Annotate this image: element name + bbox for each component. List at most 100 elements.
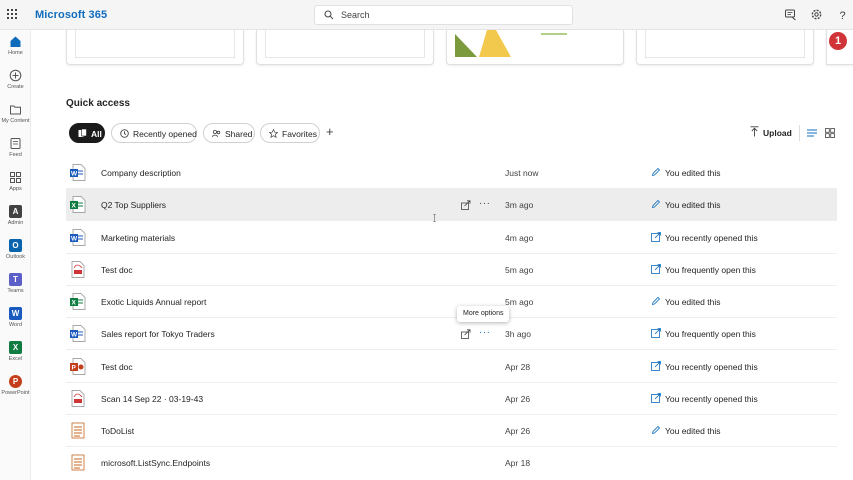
file-row[interactable]: W Marketing materials 4m ago You recentl… — [66, 222, 837, 254]
admin-icon: A — [9, 205, 22, 218]
rail-item-teams[interactable]: T Teams — [0, 273, 31, 294]
filter-shared[interactable]: Shared — [203, 123, 255, 143]
rail-item-word[interactable]: W Word — [0, 307, 31, 328]
rail-label: Word — [8, 322, 23, 328]
rail-item-apps[interactable]: Apps — [0, 171, 31, 192]
file-activity: You edited this — [665, 297, 721, 307]
file-activity: You edited this — [665, 168, 721, 178]
file-date: 3h ago — [505, 329, 531, 339]
teams-icon: T — [9, 273, 22, 286]
file-activity: You frequently open this — [665, 265, 756, 275]
rail-item-my-content[interactable]: My Content — [0, 103, 31, 124]
file-row[interactable]: X Q2 Top Suppliers ··· 3m ago You edited… — [66, 189, 837, 221]
file-name[interactable]: ToDoList — [101, 426, 134, 436]
people-icon — [212, 129, 221, 138]
outlook-icon: O — [9, 239, 22, 252]
svg-text:?: ? — [840, 10, 846, 21]
quick-access-heading: Quick access — [66, 98, 130, 109]
file-date: 5m ago — [505, 297, 534, 307]
open-in-icon — [651, 393, 661, 403]
file-row[interactable]: W Sales report for Tokyo Traders ··· 3h … — [66, 318, 837, 350]
rail-item-admin[interactable]: A Admin — [0, 205, 31, 226]
rail-label: Apps — [9, 186, 22, 192]
word-file-icon: W — [70, 325, 86, 342]
file-name[interactable]: Company description — [101, 168, 181, 178]
more-options-button[interactable]: ··· — [479, 327, 491, 338]
list-file-icon — [71, 454, 85, 471]
document-thumbnail — [455, 30, 567, 57]
search-box[interactable]: Search — [314, 5, 573, 25]
file-row[interactable]: ToDoList Apr 26 You edited this — [66, 415, 837, 447]
file-row[interactable]: W Company description Just now You edite… — [66, 157, 837, 189]
rail-item-create[interactable]: Create — [0, 69, 31, 90]
list-view-icon[interactable] — [807, 128, 817, 138]
svg-text:X: X — [72, 203, 77, 210]
text-cursor-icon — [433, 214, 436, 222]
open-in-icon — [651, 328, 661, 338]
file-name[interactable]: Marketing materials — [101, 233, 175, 243]
file-name[interactable]: microsoft.ListSync.Endpoints — [101, 458, 210, 468]
file-activity: You recently opened this — [665, 233, 758, 243]
file-name[interactable]: Sales report for Tokyo Traders — [101, 329, 215, 339]
waffle-icon[interactable] — [7, 9, 17, 19]
pdf-file-icon — [71, 390, 85, 407]
file-name[interactable]: Exotic Liquids Annual report — [101, 297, 206, 307]
file-name[interactable]: Q2 Top Suppliers — [101, 200, 166, 210]
file-row[interactable]: X Exotic Liquids Annual report 5m ago Yo… — [66, 286, 837, 318]
file-name[interactable]: Test doc — [101, 362, 133, 372]
file-date: Just now — [505, 168, 539, 178]
powerpoint-file-icon: P — [70, 358, 86, 375]
recommended-card[interactable] — [66, 30, 244, 65]
share-icon[interactable] — [461, 329, 471, 339]
rail-label: Admin — [7, 220, 24, 226]
app-title[interactable]: Microsoft 365 — [35, 9, 107, 21]
file-row[interactable]: P Test doc Apr 28 You recently opened th… — [66, 351, 837, 383]
add-filter-button[interactable]: + — [326, 124, 334, 139]
powerpoint-icon: P — [9, 375, 22, 388]
filter-all[interactable]: All — [69, 123, 105, 143]
svg-text:X: X — [72, 300, 77, 307]
notification-badge[interactable]: 1 — [829, 32, 847, 50]
file-date: 3m ago — [505, 200, 534, 210]
upload-icon — [750, 126, 759, 137]
excel-file-icon: X — [70, 196, 86, 213]
file-activity: You recently opened this — [665, 362, 758, 372]
list-file-icon — [71, 422, 85, 439]
feedback-icon[interactable] — [784, 8, 797, 21]
more-options-button[interactable]: ··· — [479, 198, 491, 209]
all-files-icon — [78, 129, 87, 137]
clock-icon — [120, 129, 129, 138]
rail-item-home[interactable]: Home — [0, 35, 31, 56]
svg-text:W: W — [71, 171, 78, 178]
pencil-icon — [651, 167, 661, 177]
svg-text:W: W — [71, 236, 78, 243]
filter-favorites[interactable]: Favorites — [260, 123, 320, 143]
filter-recently-opened[interactable]: Recently opened — [111, 123, 197, 143]
rail-item-powerpoint[interactable]: P PowerPoint — [0, 375, 31, 396]
recommended-card[interactable] — [446, 30, 624, 65]
home-icon — [10, 36, 21, 47]
rail-label: Teams — [7, 288, 24, 294]
rail-label: My Content — [1, 118, 30, 124]
svg-text:W: W — [71, 332, 78, 339]
file-date: Apr 26 — [505, 394, 531, 404]
rail-item-excel[interactable]: X Excel — [0, 341, 31, 362]
grid-view-icon[interactable] — [825, 128, 835, 138]
recommended-card[interactable] — [636, 30, 814, 65]
toolbar-divider — [799, 125, 800, 141]
file-name[interactable]: Test doc — [101, 265, 133, 275]
file-activity: You recently opened this — [665, 394, 758, 404]
share-icon[interactable] — [461, 200, 471, 210]
file-name[interactable]: Scan 14 Sep 22 · 03-19-43 — [101, 394, 203, 404]
rail-label: Excel — [8, 356, 23, 362]
file-date: Apr 26 — [505, 426, 531, 436]
file-row[interactable]: Scan 14 Sep 22 · 03-19-43 Apr 26 You rec… — [66, 383, 837, 415]
file-row[interactable]: Test doc 5m ago You frequently open this — [66, 254, 837, 286]
file-row[interactable]: microsoft.ListSync.Endpoints Apr 18 — [66, 447, 837, 479]
rail-item-feed[interactable]: Feed — [0, 137, 31, 158]
search-placeholder: Search — [341, 10, 370, 20]
rail-item-outlook[interactable]: O Outlook — [0, 239, 31, 260]
settings-icon[interactable] — [810, 8, 823, 21]
help-icon[interactable]: ? — [836, 8, 849, 21]
recommended-card[interactable] — [256, 30, 434, 65]
